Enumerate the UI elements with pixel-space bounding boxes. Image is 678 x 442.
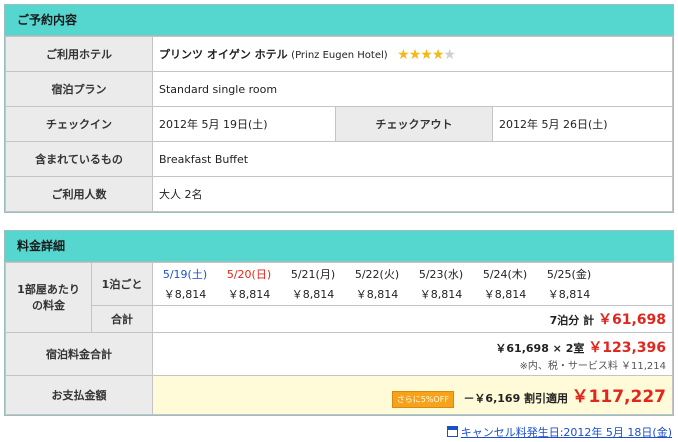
- subtotal-prefix: 7泊分 計: [549, 314, 595, 327]
- checkout-label: チェックアウト: [335, 106, 493, 142]
- cancel-policy-link[interactable]: キャンセル料発生日:2012年 5月 18日(金): [446, 424, 672, 440]
- nightly-prices: 5/19(土) 5/20(日) 5/21(月) 5/22(火) 5/23(水) 5/24(…: [152, 262, 673, 306]
- tax-note: ※内、税・サービス料 ￥11,214: [519, 360, 666, 372]
- checkin-value: 2012年 5月 19日(土): [152, 106, 336, 142]
- pay-label: お支払金額: [5, 375, 153, 415]
- star-icon: ★: [431, 46, 445, 63]
- stay-total-value: ￥123,396: [588, 339, 666, 356]
- per-night-label: 1泊ごと: [91, 262, 153, 306]
- reservation-panel: ご予約内容 ご利用ホテル プリンツ オイゲン ホテル (Prinz Eugen …: [4, 4, 674, 213]
- pay-value: ￥117,227: [571, 387, 666, 408]
- day-price: ￥8,814: [355, 288, 399, 301]
- day-date: 5/22(火): [354, 268, 400, 281]
- day-date: 5/19(土): [162, 268, 208, 281]
- pay-cell: さらに5%OFF －￥6,169 割引適用 ￥117,227: [152, 375, 673, 415]
- calendar-icon: [446, 426, 458, 437]
- day-date: 5/21(月): [290, 268, 336, 281]
- day-date: 5/23(水): [418, 268, 464, 281]
- day-date: 5/25(金): [546, 268, 592, 281]
- day-price: ￥8,814: [547, 288, 591, 301]
- day-price: ￥8,814: [419, 288, 463, 301]
- hotel-name-en: (Prinz Eugen Hotel): [291, 49, 388, 61]
- star-icon: ★: [420, 46, 433, 63]
- per-room-label: 1部屋あたりの料金: [5, 262, 92, 333]
- day-price: ￥8,814: [163, 288, 207, 301]
- day-price: ￥8,814: [291, 288, 335, 301]
- day-price: ￥8,814: [227, 288, 271, 301]
- stay-total-cell: ￥61,698 × 2室 ￥123,396 ※内、税・サービス料 ￥11,214: [152, 332, 673, 376]
- day-dates-row: 5/19(土) 5/20(日) 5/21(月) 5/22(火) 5/23(水) 5/24(…: [153, 264, 672, 286]
- included-value: Breakfast Buffet: [152, 141, 673, 177]
- hotel-label: ご利用ホテル: [5, 36, 153, 72]
- day-date: 5/20(日): [226, 268, 272, 281]
- included-label: 含まれているもの: [5, 141, 153, 177]
- pricing-panel: 料金詳細 1部屋あたりの料金 1泊ごと 5/19(土) 5/20(日) 5/21(月…: [4, 230, 674, 416]
- day-date: 5/24(木): [482, 268, 528, 281]
- day-prices-row: ￥8,814 ￥8,814 ￥8,814 ￥8,814 ￥8,814 ￥8,814 ￥8,8…: [153, 286, 672, 304]
- stay-total-formula: ￥61,698 × 2室: [495, 341, 585, 355]
- stay-total-label: 宿泊料金合計: [5, 332, 153, 376]
- subtotal-value: ￥61,698: [597, 312, 666, 328]
- pricing-header: 料金詳細: [5, 231, 673, 262]
- day-price: ￥8,814: [483, 288, 527, 301]
- discount-badge: さらに5%OFF: [391, 390, 454, 408]
- hotel-name: プリンツ オイゲン ホテル: [159, 47, 288, 61]
- subtotal-label: 合計: [91, 305, 153, 333]
- star-icon: ★: [397, 46, 410, 63]
- star-rating: ★★★★★: [397, 46, 456, 63]
- discount-text: －￥6,169 割引適用: [463, 392, 569, 406]
- star-empty-icon: ★: [443, 46, 456, 63]
- reservation-header: ご予約内容: [5, 5, 673, 36]
- guests-value: 大人 2名: [152, 176, 673, 212]
- plan-label: 宿泊プラン: [5, 71, 153, 107]
- star-icon: ★: [408, 46, 422, 63]
- hotel-cell: プリンツ オイゲン ホテル (Prinz Eugen Hotel) ★★★★★: [152, 36, 673, 72]
- cancel-policy-text: キャンセル料発生日:2012年 5月 18日(金): [460, 426, 672, 439]
- pricing-table: 1部屋あたりの料金 1泊ごと 5/19(土) 5/20(日) 5/21(月) 5/22…: [5, 262, 673, 415]
- checkout-value: 2012年 5月 26日(土): [492, 106, 673, 142]
- checkin-label: チェックイン: [5, 106, 153, 142]
- plan-value: Standard single room: [152, 71, 673, 107]
- subtotal-cell: 7泊分 計 ￥61,698: [152, 305, 673, 333]
- reservation-table: ご利用ホテル プリンツ オイゲン ホテル (Prinz Eugen Hotel)…: [5, 36, 673, 212]
- guests-label: ご利用人数: [5, 176, 153, 212]
